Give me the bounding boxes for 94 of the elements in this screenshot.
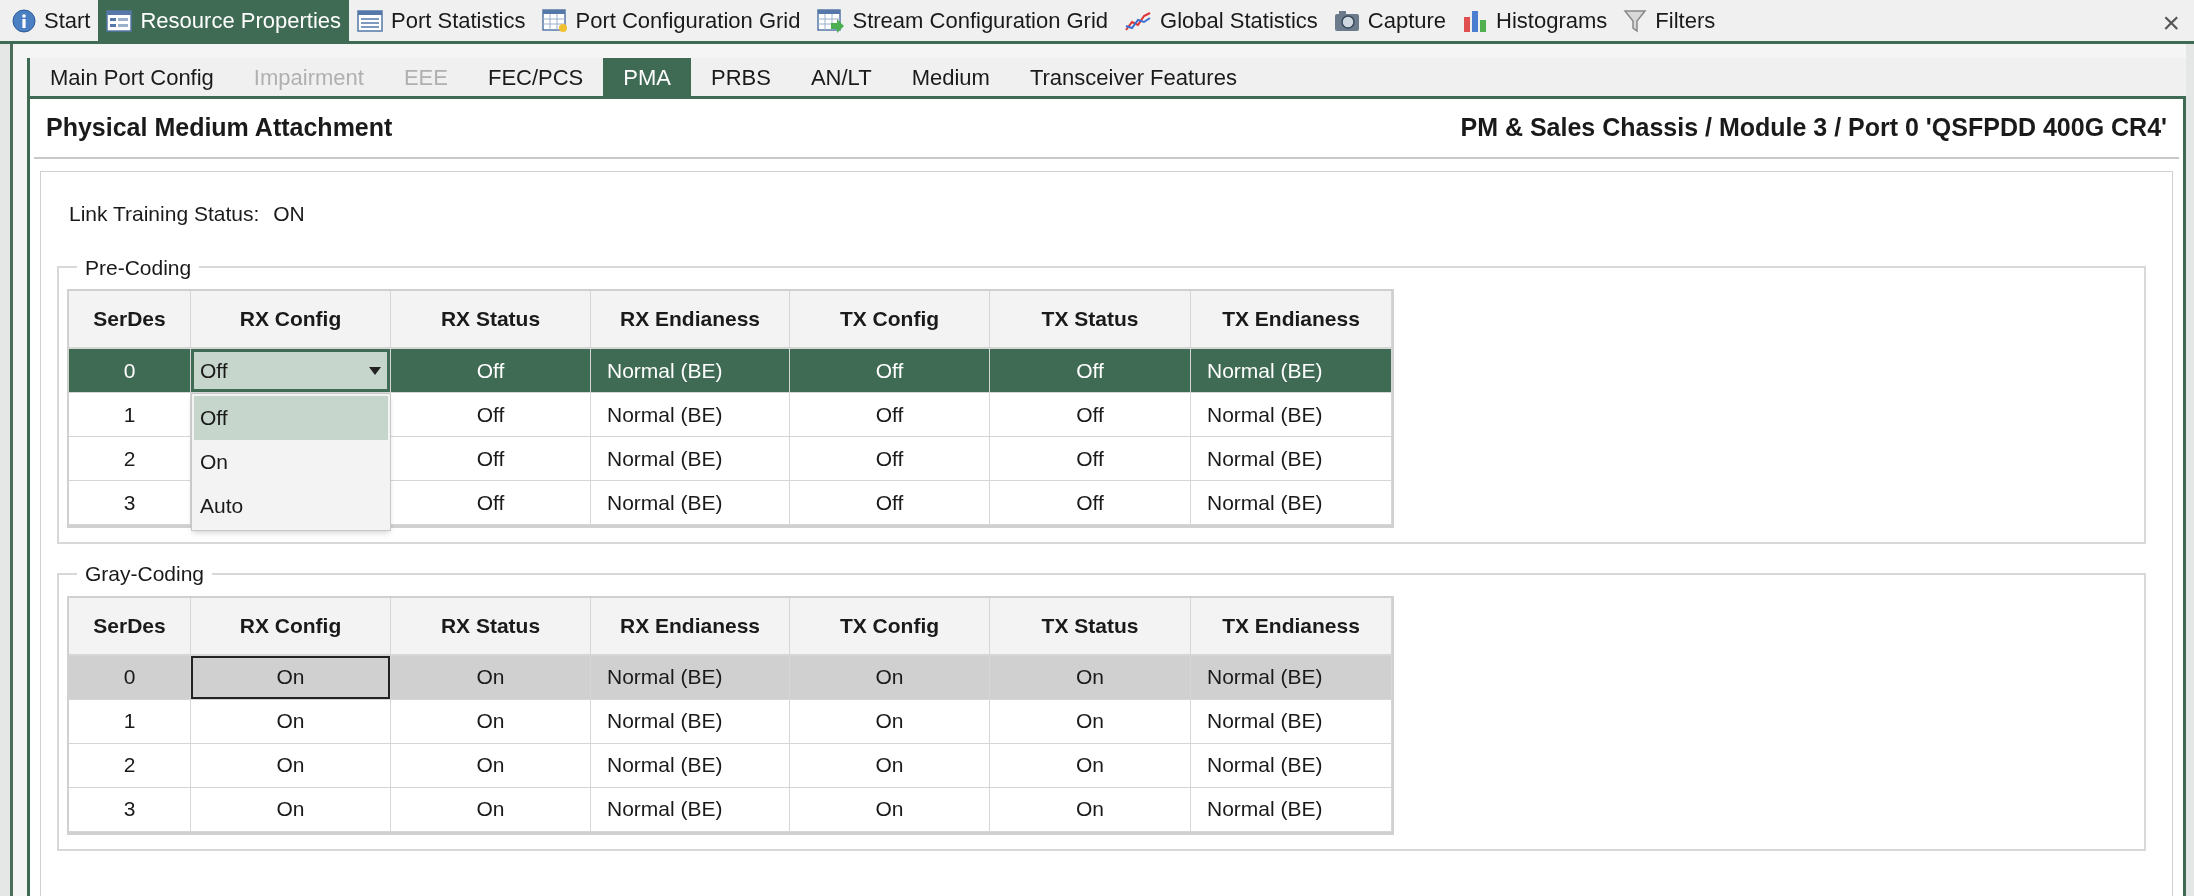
tab[interactable]: Histograms bbox=[1454, 0, 1616, 41]
info-icon bbox=[12, 8, 36, 33]
table-cell-text: On bbox=[476, 796, 505, 823]
table-cell-text: On bbox=[276, 752, 305, 779]
table-cell-text: Normal (BE) bbox=[1207, 708, 1323, 735]
grid-icon bbox=[541, 8, 568, 33]
properties-icon bbox=[106, 9, 133, 32]
table-cell-text: On bbox=[875, 708, 904, 735]
table-cell-text: Off bbox=[1076, 357, 1104, 384]
table-cell-text: Off bbox=[875, 489, 904, 516]
caret-icon bbox=[369, 366, 381, 375]
close-button[interactable]: × bbox=[2148, 0, 2194, 41]
tab[interactable]: PMA bbox=[603, 58, 691, 96]
table-cell-text: Normal (BE) bbox=[607, 401, 723, 428]
table-cell-text: 2 bbox=[123, 445, 136, 472]
tab[interactable]: Transceiver Features bbox=[1009, 58, 1257, 96]
table-cell-text: 3 bbox=[123, 796, 136, 823]
table-cell-text: On bbox=[1076, 796, 1104, 823]
table-cell-text: Off bbox=[1076, 489, 1104, 516]
table-cell-text: Normal (BE) bbox=[1207, 752, 1323, 779]
page-title: Physical Medium Attachment bbox=[46, 112, 393, 144]
table-cell-text: 1 bbox=[123, 401, 136, 428]
table-cell-text: Normal (BE) bbox=[607, 664, 723, 691]
group-title: Pre-Coding bbox=[84, 254, 193, 281]
funnel-icon bbox=[1623, 8, 1648, 33]
table-cell-text: Off bbox=[476, 489, 505, 516]
line-chart-icon bbox=[1124, 9, 1153, 32]
list-icon bbox=[357, 9, 383, 32]
table-cell-text: Off bbox=[1076, 445, 1104, 472]
table-cell-text: On bbox=[476, 752, 505, 779]
grid-arrow-icon bbox=[816, 8, 845, 33]
table-cell-text: 1 bbox=[123, 708, 136, 735]
field-label: Link Training Status: bbox=[69, 201, 260, 227]
tab[interactable]: Port Statistics bbox=[349, 0, 534, 41]
table-cell-text: Normal (BE) bbox=[607, 445, 723, 472]
table-cell-text: On bbox=[1076, 708, 1104, 735]
tab[interactable]: PRBS bbox=[691, 58, 791, 96]
table-cell-text: Off bbox=[875, 401, 904, 428]
menu-item[interactable]: On bbox=[194, 440, 388, 484]
table-cell-text: Off bbox=[875, 357, 904, 384]
bar-chart-icon bbox=[1462, 8, 1489, 33]
table-cell-text: On bbox=[875, 664, 904, 691]
table-cell-text: 0 bbox=[123, 664, 136, 691]
table-row[interactable]: 2 On On Normal (BE) On On Normal (BE) bbox=[69, 743, 1392, 788]
table-cell-text: On bbox=[476, 664, 505, 691]
tab[interactable]: Start bbox=[4, 0, 99, 41]
table-cell-text: Normal (BE) bbox=[1207, 489, 1323, 516]
table-cell-text: On bbox=[476, 708, 505, 735]
port-path: PM & Sales Chassis / Module 3 / Port 0 'QSFPDD 400G CR4' bbox=[1460, 112, 2167, 144]
table-cell-text: Normal (BE) bbox=[1207, 401, 1323, 428]
table-cell-text: 3 bbox=[123, 489, 136, 516]
table-cell-text: Normal (BE) bbox=[607, 708, 723, 735]
table-cell-text: On bbox=[1076, 752, 1104, 779]
table-cell-text: 2 bbox=[123, 752, 136, 779]
tab[interactable]: Global Statistics bbox=[1116, 0, 1326, 41]
table-cell[interactable]: On bbox=[191, 655, 390, 699]
table-cell-text: On bbox=[875, 752, 904, 779]
table-cell-text: Off bbox=[1076, 401, 1104, 428]
tab[interactable]: Main Port Config bbox=[30, 58, 234, 96]
field-value: ON bbox=[273, 201, 305, 227]
table-cell-text: Normal (BE) bbox=[607, 357, 723, 384]
column-header[interactable]: RX Config bbox=[191, 597, 391, 656]
table-cell-text: Normal (BE) bbox=[607, 752, 723, 779]
table-cell-text: On bbox=[875, 796, 904, 823]
tab[interactable]: Medium bbox=[891, 58, 1010, 96]
table-cell-text: Off bbox=[476, 401, 505, 428]
tab[interactable]: Capture bbox=[1325, 0, 1455, 41]
dropdown[interactable]: Off bbox=[193, 351, 388, 390]
table-cell-text: Normal (BE) bbox=[1207, 357, 1323, 384]
table-cell-text: Normal (BE) bbox=[1207, 445, 1323, 472]
table-row[interactable]: 0 On On Normal (BE) On On Normal (BE) bbox=[69, 655, 1392, 700]
tab[interactable]: FEC/PCS bbox=[467, 58, 604, 96]
tab[interactable]: Resource Properties bbox=[98, 0, 349, 41]
group-title: Gray-Coding bbox=[84, 561, 206, 587]
table-cell-text: 0 bbox=[123, 357, 136, 384]
table-cell-text: Normal (BE) bbox=[1207, 664, 1323, 691]
tab[interactable]: Port Configuration Grid bbox=[533, 0, 809, 41]
table-cell-text: Normal (BE) bbox=[1207, 796, 1323, 823]
table-row[interactable]: 3 On On Normal (BE) On On Normal (BE) bbox=[69, 787, 1392, 832]
table-cell-text: On bbox=[276, 708, 305, 735]
menu-item[interactable]: Auto bbox=[194, 484, 388, 528]
tab[interactable]: AN/LT bbox=[790, 58, 892, 96]
table-cell-text: Normal (BE) bbox=[607, 796, 723, 823]
camera-icon bbox=[1333, 9, 1360, 32]
table-cell-text: Off bbox=[875, 445, 904, 472]
tab[interactable]: Filters bbox=[1615, 0, 1724, 41]
table-cell-text: Normal (BE) bbox=[607, 489, 723, 516]
table-row[interactable]: 1 On On Normal (BE) On On Normal (BE) bbox=[69, 699, 1392, 744]
table-cell-text: On bbox=[276, 796, 305, 823]
table-cell-text: On bbox=[1076, 664, 1104, 691]
menu-item[interactable]: Off bbox=[194, 396, 388, 440]
table-cell-text: Off bbox=[476, 357, 505, 384]
tab[interactable]: Stream Configuration Grid bbox=[808, 0, 1117, 41]
table-cell-text: Off bbox=[476, 445, 505, 472]
